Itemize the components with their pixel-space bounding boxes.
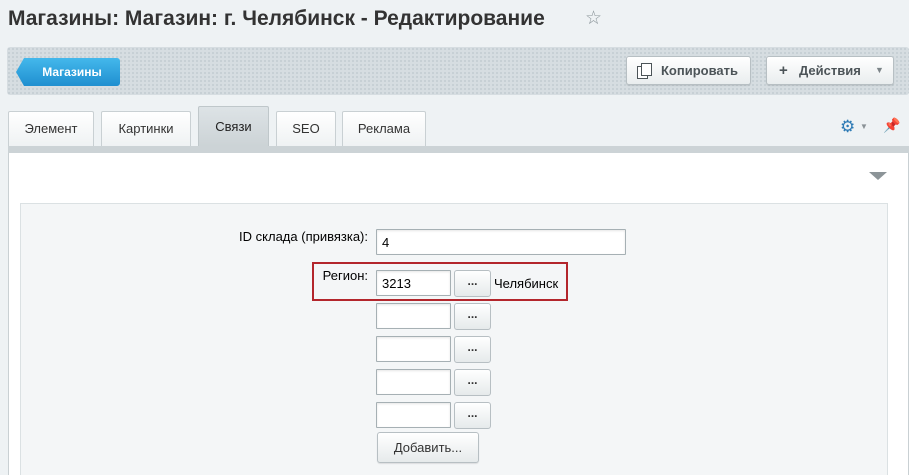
region-input[interactable] <box>376 270 451 296</box>
add-region-button[interactable]: Добавить... <box>377 432 479 463</box>
region-input[interactable] <box>376 402 451 428</box>
region-input[interactable] <box>376 336 451 362</box>
region-browse-button[interactable]: ... <box>454 336 491 363</box>
tab-links[interactable]: Связи <box>198 106 269 146</box>
region-label: Регион: <box>322 268 368 283</box>
gear-icon[interactable]: ⚙ <box>840 118 855 135</box>
back-to-list-button[interactable]: Магазины <box>16 58 120 86</box>
region-input[interactable] <box>376 369 451 395</box>
warehouse-id-label: ID склада (привязка): <box>239 229 368 244</box>
collapse-toggle-icon[interactable] <box>869 172 887 180</box>
warehouse-id-input[interactable] <box>376 229 626 255</box>
tab-ads[interactable]: Реклама <box>342 111 426 146</box>
copy-button[interactable]: Копировать <box>626 56 751 85</box>
actions-button-label: Действия <box>799 63 861 78</box>
region-browse-button[interactable]: ... <box>454 402 491 429</box>
page-title: Магазины: Магазин: г. Челябинск - Редакт… <box>8 7 545 30</box>
tab-seo[interactable]: SEO <box>276 111 336 146</box>
actions-button[interactable]: + Действия ▼ <box>766 56 894 85</box>
region-browse-button[interactable]: ... <box>454 369 491 396</box>
panel-top-bar <box>8 146 909 153</box>
region-browse-button[interactable]: ... <box>454 270 491 297</box>
copy-icon <box>637 63 652 79</box>
region-browse-button[interactable]: ... <box>454 303 491 330</box>
region-input[interactable] <box>376 303 451 329</box>
copy-button-label: Копировать <box>661 63 739 78</box>
chevron-down-icon: ▼ <box>875 65 884 75</box>
plus-icon: + <box>779 62 788 79</box>
tab-pictures[interactable]: Картинки <box>101 111 191 146</box>
star-icon[interactable]: ☆ <box>585 9 602 28</box>
region-name: Челябинск <box>494 276 559 291</box>
pin-icon[interactable]: 📌 <box>883 117 900 134</box>
settings-chevron-down-icon[interactable]: ▼ <box>860 122 868 131</box>
tab-element[interactable]: Элемент <box>8 111 94 146</box>
